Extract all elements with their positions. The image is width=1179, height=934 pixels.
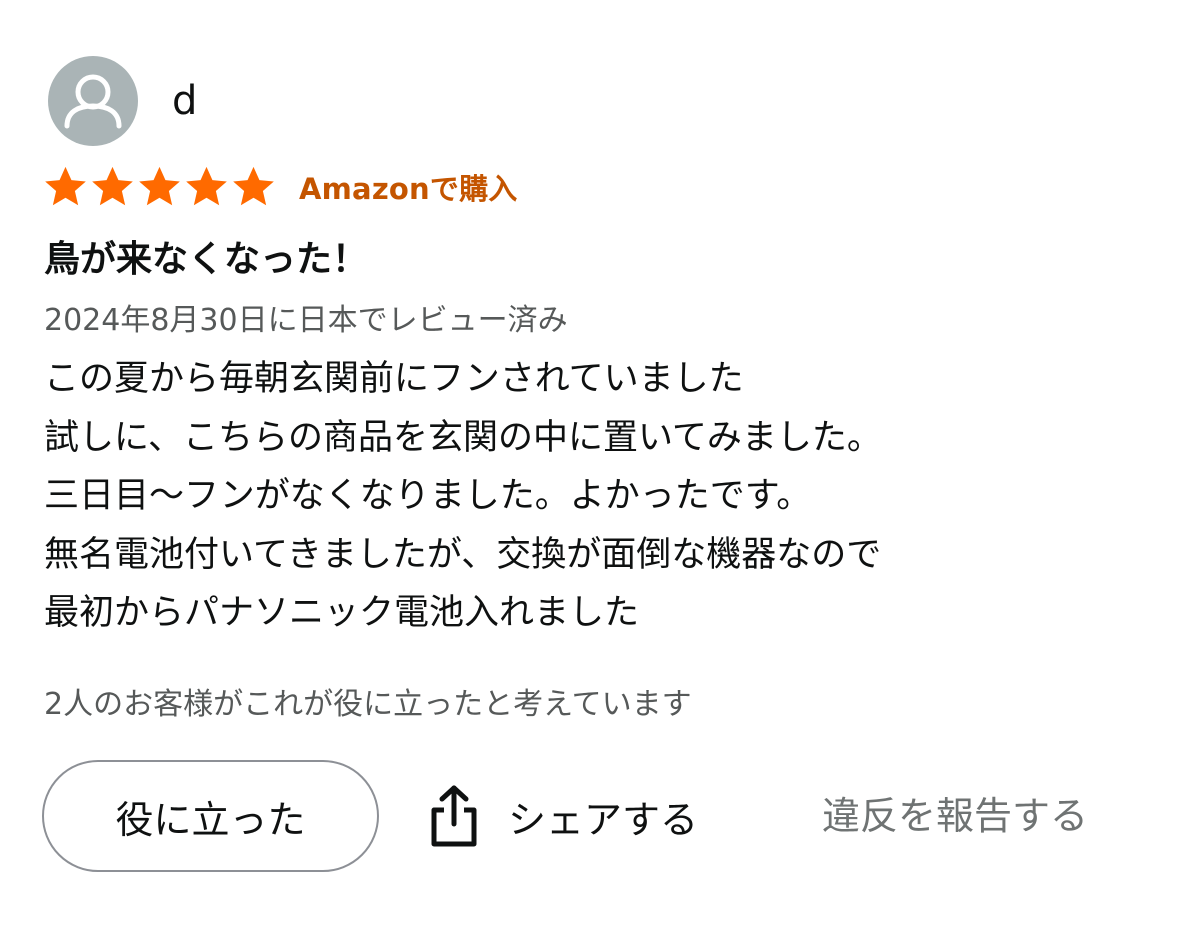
- helpful-button[interactable]: 役に立った: [42, 760, 379, 872]
- review-body-line: この夏から毎朝玄関前にフンされていました: [44, 359, 744, 399]
- star-icon: [45, 166, 86, 206]
- review-body-line: 最初からパナソニック電池入れました: [44, 593, 640, 633]
- verified-purchase-badge: Amazonで購入: [299, 172, 518, 206]
- share-button[interactable]: シェアする: [426, 780, 698, 852]
- review-card: d Amazonで購入 鳥が来なくなった！ 2024年8月30日に日本でレビュー…: [0, 0, 1179, 934]
- star-rating: [42, 164, 277, 210]
- rating-row: Amazonで購入: [42, 164, 517, 210]
- star-icon: [139, 166, 180, 206]
- avatar[interactable]: [48, 56, 138, 146]
- review-date: 2024年8月30日に日本でレビュー済み: [44, 303, 568, 338]
- star-icon: [186, 166, 227, 206]
- review-body: この夏から毎朝玄関前にフンされていました 試しに、こちらの商品を玄関の中に置いて…: [44, 350, 1154, 643]
- share-label: シェアする: [508, 797, 699, 842]
- reviewer-name[interactable]: d: [172, 81, 197, 121]
- report-abuse-link[interactable]: 違反を報告する: [822, 790, 1088, 842]
- review-body-line: 三日目〜フンがなくなりました。よかったです。: [44, 476, 812, 516]
- helpful-count: 2人のお客様がこれが役に立ったと考えています: [44, 687, 692, 722]
- star-icon: [233, 166, 274, 206]
- share-icon: [431, 785, 477, 847]
- review-body-line: 試しに、こちらの商品を玄関の中に置いてみました。: [44, 417, 882, 458]
- person-silhouette-icon: [64, 74, 122, 129]
- review-body-line: 無名電池付いてきましたが、交換が面倒な機器なので: [44, 534, 882, 575]
- review-title: 鳥が来なくなった！: [44, 239, 369, 280]
- reviewer-profile[interactable]: d: [48, 56, 197, 146]
- star-icon: [92, 166, 133, 206]
